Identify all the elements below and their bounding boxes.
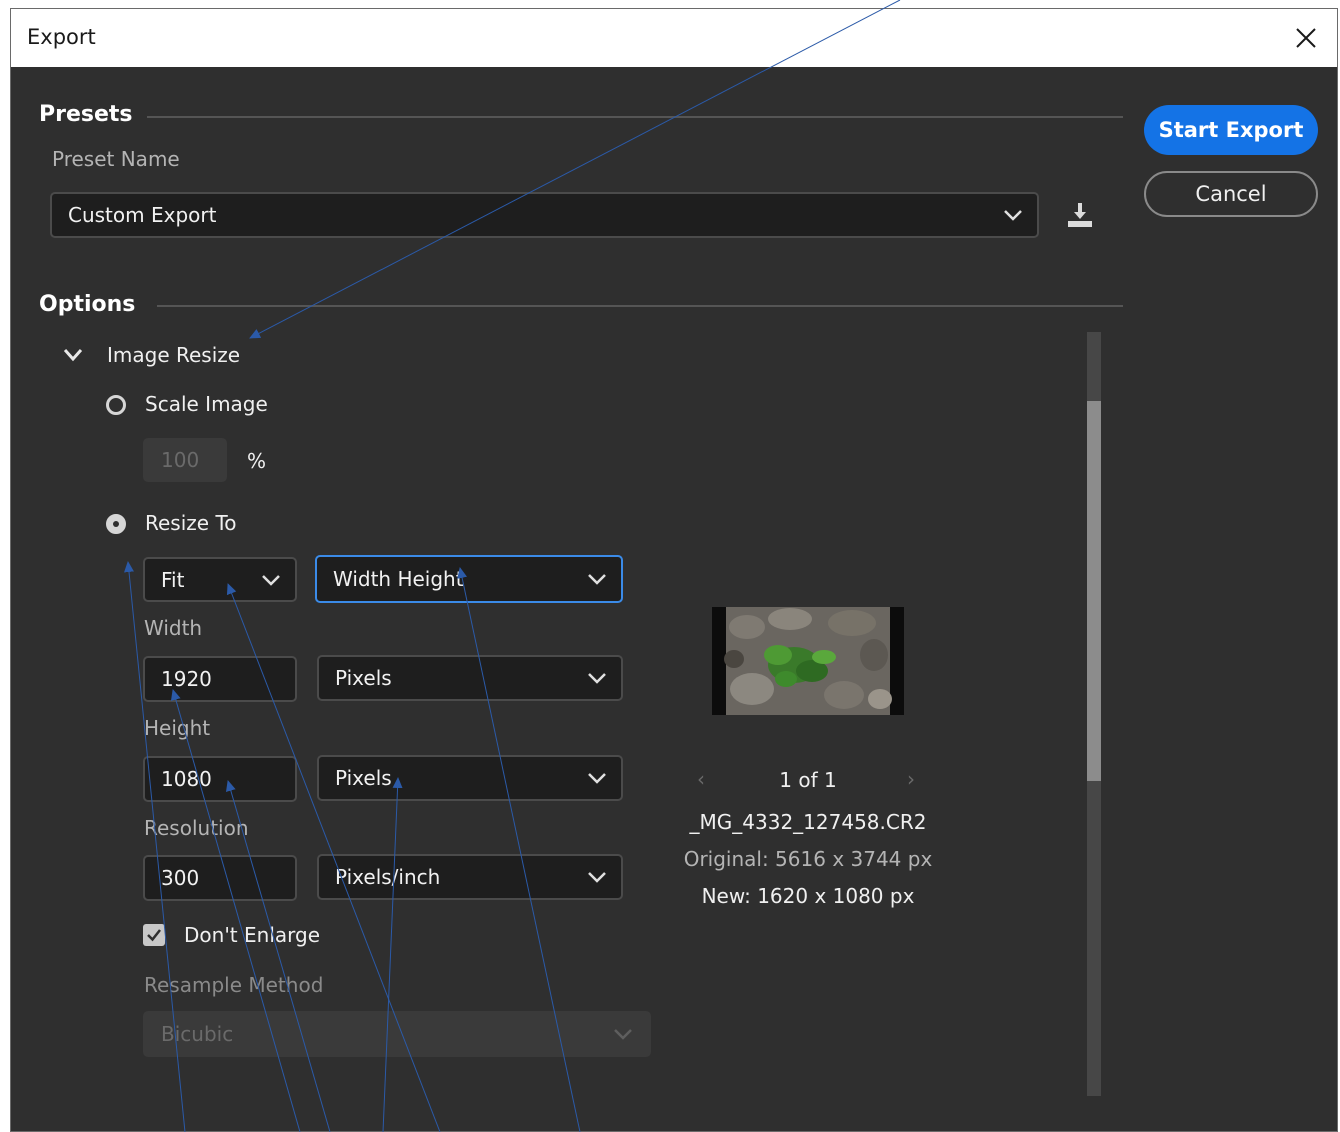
- width-unit-dropdown[interactable]: Pixels: [317, 655, 623, 701]
- preview-thumbnail: [712, 607, 904, 715]
- chevron-down-icon: [588, 673, 606, 684]
- chevron-down-icon: [262, 574, 280, 586]
- scale-percent-input[interactable]: 100: [143, 438, 227, 482]
- save-preset-icon: [1068, 203, 1092, 227]
- chevron-down-icon: [588, 773, 606, 784]
- dialog-title: Export: [27, 25, 96, 49]
- height-label: Height: [144, 716, 211, 740]
- chevron-down-icon: [614, 1029, 632, 1040]
- width-unit-value: Pixels: [335, 666, 392, 690]
- dimension-dropdown[interactable]: Width Height: [315, 555, 623, 603]
- scale-image-label: Scale Image: [145, 392, 268, 416]
- percent-unit-label: %: [247, 449, 267, 473]
- page-indicator: 1 of 1: [779, 768, 837, 792]
- dont-enlarge-checkbox[interactable]: [143, 924, 165, 946]
- fit-mode-dropdown[interactable]: Fit: [143, 557, 297, 602]
- resize-to-label: Resize To: [145, 511, 237, 535]
- width-label: Width: [144, 616, 203, 640]
- previous-icon[interactable]: ‹: [697, 767, 705, 791]
- resolution-input[interactable]: 300: [143, 855, 297, 901]
- scale-percent-value: 100: [161, 448, 200, 472]
- image-resize-label: Image Resize: [107, 343, 241, 367]
- save-preset-button[interactable]: [1065, 201, 1097, 229]
- dimension-value: Width Height: [333, 567, 464, 591]
- options-header: Options: [39, 292, 136, 317]
- new-size: New: 1620 x 1080 px: [701, 884, 915, 908]
- resample-method-dropdown[interactable]: Bicubic: [143, 1011, 651, 1057]
- resize-to-radio[interactable]: [106, 514, 126, 534]
- preview-filename: _MG_4332_127458.CR2: [689, 810, 927, 834]
- preset-name-dropdown[interactable]: Custom Export: [50, 192, 1039, 238]
- height-unit-dropdown[interactable]: Pixels: [317, 755, 623, 801]
- start-export-button[interactable]: Start Export: [1144, 105, 1318, 155]
- presets-divider: [147, 116, 1123, 118]
- image-resize-toggle[interactable]: Image Resize: [61, 343, 251, 375]
- close-icon: [1296, 28, 1316, 48]
- next-icon[interactable]: ›: [907, 767, 915, 791]
- scale-image-radio[interactable]: [106, 395, 126, 415]
- cancel-button[interactable]: Cancel: [1144, 171, 1318, 217]
- resample-method-value: Bicubic: [161, 1022, 234, 1046]
- resolution-unit-value: Pixels/inch: [335, 865, 441, 889]
- resample-method-label: Resample Method: [144, 973, 324, 997]
- chevron-down-icon: [588, 872, 606, 883]
- resolution-value: 300: [161, 866, 200, 890]
- preset-name-value: Custom Export: [68, 203, 217, 227]
- preview-image: [712, 607, 904, 715]
- chevron-down-icon: [1004, 210, 1022, 221]
- width-input[interactable]: 1920: [143, 656, 297, 702]
- close-button[interactable]: [1275, 9, 1337, 67]
- original-size: Original: 5616 x 3744 px: [683, 847, 933, 871]
- title-bar: Export: [11, 9, 1337, 67]
- width-value: 1920: [161, 667, 212, 691]
- export-dialog: Export Presets Preset Name Custom Export…: [10, 8, 1338, 1132]
- height-value: 1080: [161, 767, 212, 791]
- resolution-label: Resolution: [144, 816, 249, 840]
- height-input[interactable]: 1080: [143, 756, 297, 802]
- checkmark-icon: [147, 929, 161, 942]
- options-divider: [157, 305, 1123, 307]
- options-scrollbar-thumb[interactable]: [1087, 401, 1101, 781]
- chevron-down-icon: [588, 574, 606, 585]
- presets-header: Presets: [39, 102, 133, 127]
- resolution-unit-dropdown[interactable]: Pixels/inch: [317, 854, 623, 900]
- preset-name-label: Preset Name: [52, 147, 180, 171]
- height-unit-value: Pixels: [335, 766, 392, 790]
- dont-enlarge-label: Don't Enlarge: [184, 923, 321, 947]
- fit-mode-value: Fit: [161, 567, 185, 592]
- chevron-down-icon: [63, 349, 83, 362]
